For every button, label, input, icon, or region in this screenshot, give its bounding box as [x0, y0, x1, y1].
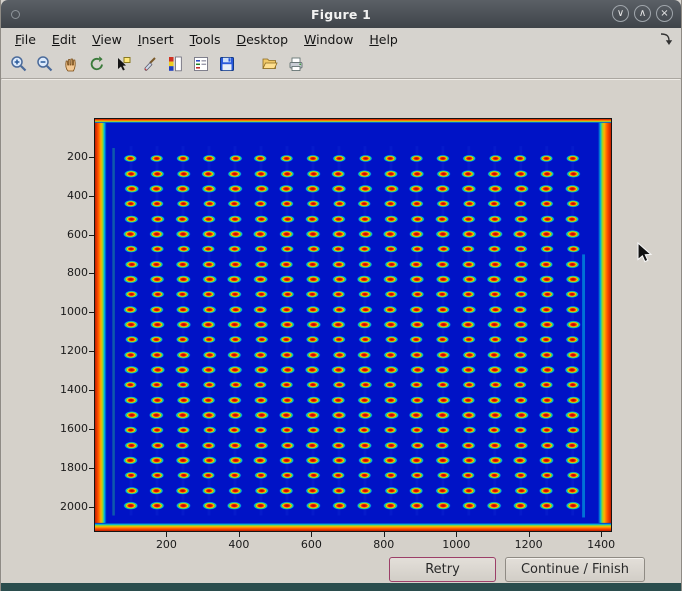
- zoom-in-button[interactable]: [8, 53, 29, 75]
- y-tick-label: 1400: [46, 383, 88, 396]
- y-tick-label: 1600: [46, 422, 88, 435]
- insert-legend-button[interactable]: [190, 53, 211, 75]
- zoom-in-icon: [10, 55, 28, 73]
- zoom-out-button[interactable]: [34, 53, 55, 75]
- legend-icon: [192, 55, 210, 73]
- y-tick-mark: [89, 429, 94, 430]
- menubar: FileEditViewInsertToolsDesktopWindowHelp: [1, 28, 681, 50]
- figure-canvas: 200 400 600 800 1000 1200 1400 1600 1800 2000 200 4…: [2, 79, 680, 583]
- menu-tools[interactable]: Tools: [182, 29, 229, 50]
- menu-insert[interactable]: Insert: [130, 29, 182, 50]
- save-button[interactable]: [216, 53, 237, 75]
- menubar-items: FileEditViewInsertToolsDesktopWindowHelp: [7, 29, 406, 50]
- close-button[interactable]: ×: [656, 5, 673, 22]
- x-tick-label: 400: [217, 538, 261, 551]
- minimize-button[interactable]: ∨: [612, 5, 629, 22]
- x-tick-mark: [239, 532, 240, 537]
- insert-colorbar-button[interactable]: [164, 53, 185, 75]
- y-tick-mark: [89, 390, 94, 391]
- pan-hand-icon: [62, 55, 80, 73]
- y-tick-mark: [89, 507, 94, 508]
- y-tick-mark: [89, 312, 94, 313]
- y-tick-label: 800: [46, 266, 88, 279]
- open-file-button[interactable]: [259, 53, 280, 75]
- data-cursor-button[interactable]: [112, 53, 133, 75]
- x-tick-label: 600: [289, 538, 333, 551]
- rotate-3d-icon: [88, 55, 106, 73]
- print-icon: [287, 55, 305, 73]
- menu-window[interactable]: Window: [296, 29, 361, 50]
- menu-edit[interactable]: Edit: [44, 29, 84, 50]
- y-tick-label: 2000: [46, 500, 88, 513]
- x-tick-mark: [529, 532, 530, 537]
- brush-button[interactable]: [138, 53, 159, 75]
- colorbar-icon: [166, 55, 184, 73]
- y-tick-label: 1800: [46, 461, 88, 474]
- open-folder-icon: [261, 55, 279, 73]
- plot-area[interactable]: [94, 118, 612, 532]
- brush-icon: [140, 55, 158, 73]
- x-tick-label: 1000: [434, 538, 478, 551]
- dock-figure-icon[interactable]: [659, 31, 674, 50]
- titlebar[interactable]: Figure 1 ∨ ∧ ×: [1, 0, 681, 28]
- x-tick-mark: [311, 532, 312, 537]
- print-button[interactable]: [285, 53, 306, 75]
- y-tick-label: 200: [46, 150, 88, 163]
- window-title: Figure 1: [1, 7, 681, 22]
- x-tick-mark: [456, 532, 457, 537]
- pan-button[interactable]: [60, 53, 81, 75]
- figure-toolbar: [1, 50, 681, 79]
- x-tick-mark: [601, 532, 602, 537]
- menu-help[interactable]: Help: [361, 29, 406, 50]
- rotate-3d-button[interactable]: [86, 53, 107, 75]
- menu-file[interactable]: File: [7, 29, 44, 50]
- zoom-out-icon: [36, 55, 54, 73]
- x-tick-label: 800: [362, 538, 406, 551]
- figure-window: Figure 1 ∨ ∧ × FileEditViewInsertToolsDe…: [0, 0, 682, 591]
- data-cursor-icon: [114, 55, 132, 73]
- y-tick-mark: [89, 157, 94, 158]
- save-icon: [218, 55, 236, 73]
- x-tick-mark: [166, 532, 167, 537]
- y-tick-mark: [89, 235, 94, 236]
- heatmap-image: [95, 119, 611, 531]
- y-tick-mark: [89, 196, 94, 197]
- x-tick-label: 1200: [507, 538, 551, 551]
- y-tick-mark: [89, 273, 94, 274]
- continue-finish-button[interactable]: Continue / Finish: [505, 557, 645, 582]
- y-tick-mark: [89, 468, 94, 469]
- y-tick-mark: [89, 351, 94, 352]
- y-tick-label: 600: [46, 228, 88, 241]
- menu-view[interactable]: View: [84, 29, 130, 50]
- y-tick-label: 400: [46, 189, 88, 202]
- toolbar-separator: [242, 53, 254, 75]
- retry-button[interactable]: Retry: [389, 557, 496, 582]
- mouse-cursor-icon: [637, 242, 653, 270]
- x-tick-label: 200: [144, 538, 188, 551]
- y-tick-label: 1200: [46, 344, 88, 357]
- x-tick-label: 1400: [579, 538, 623, 551]
- x-tick-mark: [384, 532, 385, 537]
- window-bottom-edge: [1, 583, 681, 591]
- menu-desktop[interactable]: Desktop: [228, 29, 296, 50]
- maximize-button[interactable]: ∧: [634, 5, 651, 22]
- y-tick-label: 1000: [46, 305, 88, 318]
